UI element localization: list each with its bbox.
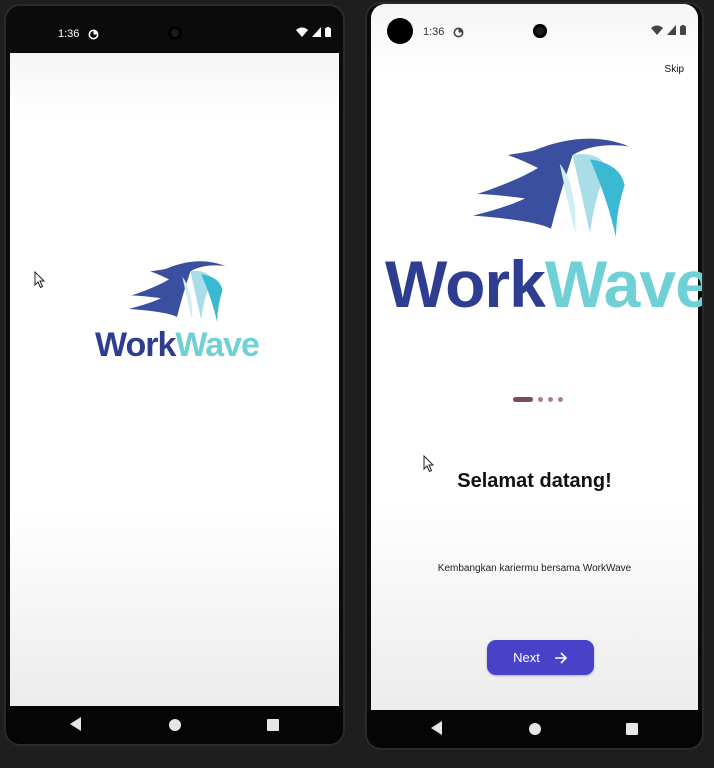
next-button-label: Next xyxy=(513,650,540,665)
page-dot xyxy=(538,397,543,402)
android-nav-bar xyxy=(6,706,343,744)
welcome-title: Selamat datang! xyxy=(457,470,612,492)
recents-icon[interactable] xyxy=(267,719,279,731)
front-camera xyxy=(168,26,182,40)
wifi-icon xyxy=(651,25,663,35)
page-indicator xyxy=(513,397,563,402)
wave-emblem-icon xyxy=(128,261,226,323)
status-bar: 1:36 xyxy=(6,6,343,56)
home-icon[interactable] xyxy=(168,719,181,731)
front-camera xyxy=(533,24,547,38)
workwave-logo: WorkWave xyxy=(92,258,262,368)
page-dot xyxy=(558,397,563,402)
page-dot xyxy=(548,397,553,402)
status-time: 1:36 xyxy=(423,26,445,38)
arrow-right-icon xyxy=(554,651,567,664)
battery-icon xyxy=(680,25,686,35)
back-icon[interactable] xyxy=(431,721,442,735)
data-saver-icon xyxy=(88,29,99,39)
skip-button[interactable]: Skip xyxy=(665,64,684,75)
splash-phone: 1:36 WorkWave xyxy=(6,6,343,744)
onboarding-screen: 1:36 Skip WorkWave Selamat datang! Kemba… xyxy=(371,4,702,710)
home-icon[interactable] xyxy=(528,723,541,735)
wave-emblem-icon xyxy=(473,138,629,238)
workwave-logo: WorkWave xyxy=(385,124,702,324)
signal-icon xyxy=(312,27,321,37)
back-icon[interactable] xyxy=(70,717,81,731)
signal-icon xyxy=(667,25,676,35)
status-time: 1:36 xyxy=(58,28,80,40)
logo-wordmark: WorkWave xyxy=(385,247,702,321)
android-nav-bar xyxy=(367,710,702,748)
welcome-subtitle: Kembangkan kariermu bersama WorkWave xyxy=(437,563,632,574)
next-button[interactable]: Next xyxy=(487,640,594,675)
onboarding-phone: 1:36 Skip WorkWave Selamat datang! Kemba… xyxy=(367,4,702,748)
status-bar: 1:36 xyxy=(371,4,698,54)
splash-screen: WorkWave xyxy=(10,53,339,706)
battery-icon xyxy=(325,27,331,37)
wifi-icon xyxy=(296,27,308,37)
recents-icon[interactable] xyxy=(626,723,638,735)
logo-wordmark: WorkWave xyxy=(95,326,260,364)
page-dot-active xyxy=(513,397,533,402)
mouse-cursor-icon xyxy=(34,271,46,289)
data-saver-icon xyxy=(453,27,464,37)
